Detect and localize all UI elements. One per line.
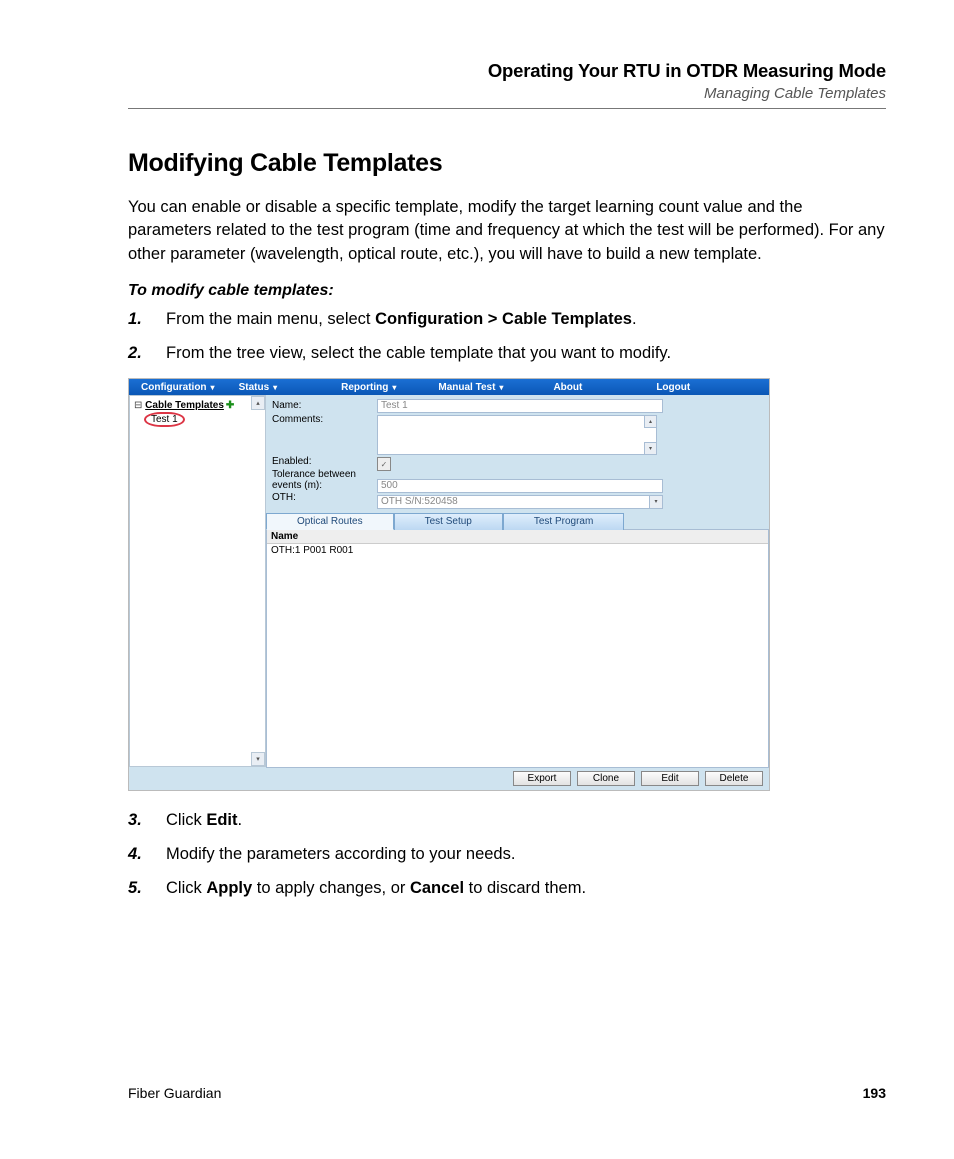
header-subtitle: Managing Cable Templates — [128, 85, 886, 102]
scroll-down-icon[interactable]: ▾ — [251, 752, 265, 766]
footer-product: Fiber Guardian — [128, 1085, 221, 1101]
tree-child-highlight[interactable]: Test 1 — [144, 412, 185, 427]
chevron-down-icon: ▾ — [499, 383, 503, 392]
header-rule — [128, 108, 886, 109]
edit-button[interactable]: Edit — [641, 771, 699, 786]
menu-about[interactable]: About — [541, 382, 594, 393]
tolerance-field[interactable]: 500 — [377, 479, 663, 493]
label-oth: OTH: — [272, 491, 377, 505]
tab-optical-routes[interactable]: Optical Routes — [266, 513, 394, 530]
delete-button[interactable]: Delete — [705, 771, 763, 786]
routes-grid: Name OTH:1 P001 R001 — [266, 529, 769, 768]
comments-field[interactable]: ▴ ▾ — [377, 415, 657, 455]
button-row: Export Clone Edit Delete — [129, 767, 769, 790]
name-field[interactable]: Test 1 — [377, 399, 663, 413]
chevron-down-icon: ▾ — [392, 383, 396, 392]
export-button[interactable]: Export — [513, 771, 571, 786]
tab-test-setup[interactable]: Test Setup — [394, 513, 503, 530]
procedure-subhead: To modify cable templates: — [128, 282, 886, 300]
menu-configuration[interactable]: Configuration▾ — [129, 382, 227, 393]
tree-root[interactable]: Cable Templates — [145, 400, 224, 411]
clone-button[interactable]: Clone — [577, 771, 635, 786]
menubar: Configuration▾ Status▾ Reporting▾ Manual… — [129, 379, 769, 395]
add-icon[interactable]: ✚ — [226, 400, 234, 411]
label-comments: Comments: — [272, 413, 377, 455]
scroll-up-icon[interactable]: ▴ — [644, 416, 656, 428]
grid-header-name: Name — [267, 530, 768, 544]
menu-reporting[interactable]: Reporting▾ — [329, 382, 408, 393]
header-title: Operating Your RTU in OTDR Measuring Mod… — [128, 60, 886, 82]
menu-status[interactable]: Status▾ — [227, 382, 290, 393]
oth-dropdown[interactable]: OTH S/N:520458 ▾ — [377, 495, 663, 509]
scroll-up-icon[interactable]: ▴ — [251, 396, 265, 410]
label-tolerance: Tolerance between events (m): — [272, 469, 377, 491]
tree-view[interactable]: ▴ ⊟ Cable Templates✚ Test 1 ▾ — [129, 395, 266, 767]
page-number: 193 — [863, 1085, 886, 1101]
tab-test-program[interactable]: Test Program — [503, 513, 624, 530]
chevron-down-icon: ▾ — [211, 383, 215, 392]
grid-row[interactable]: OTH:1 P001 R001 — [267, 544, 768, 557]
chevron-down-icon: ▾ — [273, 383, 277, 392]
enabled-checkbox[interactable]: ✓ — [377, 457, 391, 471]
step-4: Modify the parameters according to your … — [128, 843, 886, 867]
scroll-down-icon[interactable]: ▾ — [644, 442, 656, 454]
menu-manualtest[interactable]: Manual Test▾ — [426, 382, 515, 393]
label-name: Name: — [272, 399, 377, 413]
step-3: Click Edit. — [128, 809, 886, 833]
section-heading: Modifying Cable Templates — [128, 149, 886, 178]
embedded-screenshot: Configuration▾ Status▾ Reporting▾ Manual… — [128, 378, 770, 791]
menu-logout[interactable]: Logout — [644, 382, 702, 393]
chevron-down-icon: ▾ — [649, 496, 662, 508]
step-2: From the tree view, select the cable tem… — [128, 342, 886, 366]
label-enabled: Enabled: — [272, 455, 377, 469]
intro-paragraph: You can enable or disable a specific tem… — [128, 196, 886, 266]
step-1: From the main menu, select Configuration… — [128, 308, 886, 332]
step-5: Click Apply to apply changes, or Cancel … — [128, 877, 886, 901]
